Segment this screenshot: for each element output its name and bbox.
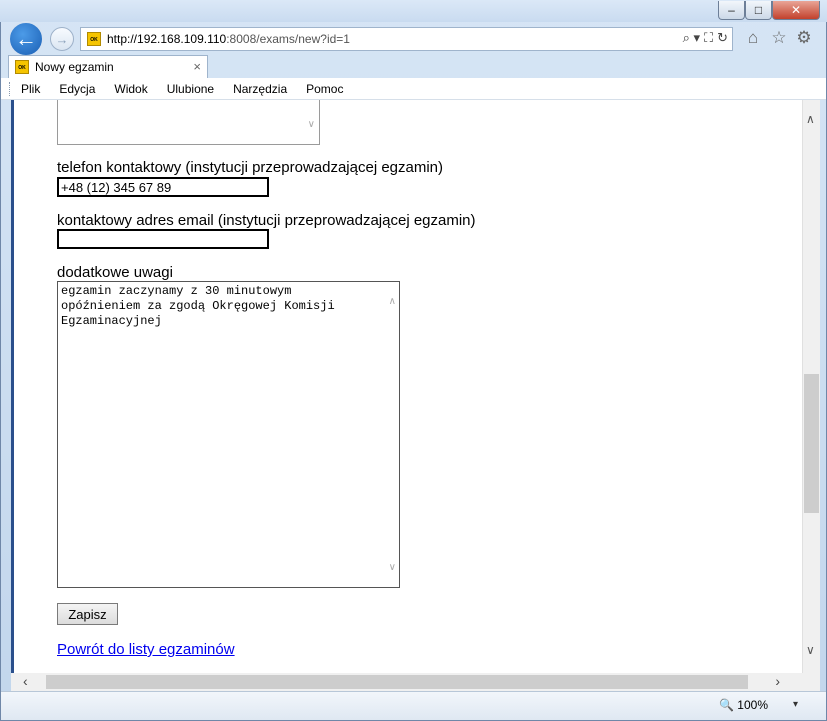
scroll-down-icon[interactable]: ∨	[806, 643, 815, 657]
notes-scroll-up-icon[interactable]: ∧	[389, 296, 396, 307]
phone-label: telefon kontaktowy (instytucji przeprowa…	[57, 159, 444, 176]
forward-arrow-icon: →	[55, 31, 69, 47]
tab-favicon-icon: OK	[15, 60, 29, 74]
email-label: kontaktowy adres email (instytucji przep…	[57, 212, 476, 229]
menu-plik[interactable]: Plik	[19, 80, 42, 98]
minimize-button[interactable]: ‒	[718, 1, 745, 20]
back-arrow-icon: ←	[15, 26, 37, 51]
tab-nowy-egzamin[interactable]: OK Nowy egzamin ×	[8, 55, 208, 78]
menu-edycja[interactable]: Edycja	[57, 80, 97, 98]
save-button[interactable]: Zapisz	[57, 603, 118, 625]
notes-label: dodatkowe uwagi	[57, 264, 173, 281]
scroll-left-icon[interactable]: ‹	[23, 673, 28, 689]
close-window-button[interactable]: ✕	[772, 1, 820, 20]
horizontal-scroll-thumb[interactable]	[46, 675, 748, 689]
scroll-up-icon[interactable]: ∧	[806, 112, 815, 126]
zoom-dropdown-icon[interactable]: ▾	[793, 699, 798, 710]
address-url[interactable]: http://192.168.109.110:8008/exams/new?id…	[107, 32, 350, 46]
phone-input[interactable]	[57, 177, 269, 197]
previous-textarea[interactable]: ∨	[57, 100, 320, 145]
forward-button[interactable]: →	[50, 27, 74, 51]
compatibility-view-icon[interactable]: ⛶	[704, 30, 713, 46]
refresh-icon[interactable]: ↻	[717, 30, 728, 46]
url-host: http://192.168.109.110	[107, 32, 227, 46]
page-content: ∨ telefon kontaktowy (instytucji przepro…	[11, 100, 802, 673]
vertical-scroll-thumb[interactable]	[804, 374, 819, 513]
back-button[interactable]: ←	[8, 21, 44, 57]
url-path: :8008/exams/new?id=1	[226, 32, 350, 46]
horizontal-scrollbar[interactable]: ‹ ›	[11, 673, 820, 691]
search-icon[interactable]: ⌕ ▾	[683, 30, 700, 46]
address-bar[interactable]: OK http://192.168.109.110:8008/exams/new…	[80, 27, 733, 51]
back-to-list-link[interactable]: Powrót do listy egzaminów	[57, 641, 235, 658]
home-icon[interactable]: ⌂	[743, 28, 763, 48]
title-bar	[0, 0, 827, 22]
site-favicon-icon: OK	[87, 32, 101, 46]
notes-text: egzamin zaczynamy z 30 minutowym opóźnie…	[61, 284, 335, 328]
menu-pomoc[interactable]: Pomoc	[304, 80, 345, 98]
notes-textarea[interactable]: egzamin zaczynamy z 30 minutowym opóźnie…	[57, 281, 400, 588]
menu-ulubione[interactable]: Ulubione	[165, 80, 216, 98]
email-input[interactable]	[57, 229, 269, 249]
notes-scroll-down-icon[interactable]: ∨	[389, 562, 396, 573]
zoom-level: 100%	[737, 698, 768, 712]
zoom-icon: 🔍	[719, 698, 735, 712]
menu-narzedzia[interactable]: Narzędzia	[231, 80, 289, 98]
menu-widok[interactable]: Widok	[112, 80, 149, 98]
close-icon[interactable]: ×	[193, 59, 201, 74]
textarea-scroll-down-icon[interactable]: ∨	[308, 119, 315, 130]
gear-icon[interactable]: ⚙	[794, 28, 814, 48]
menu-grip	[9, 82, 12, 96]
star-icon[interactable]: ☆	[769, 28, 789, 48]
vertical-scrollbar[interactable]: ∧ ∨	[802, 100, 820, 673]
menu-bar: Plik Edycja Widok Ulubione Narzędzia Pom…	[1, 78, 826, 100]
scroll-right-icon[interactable]: ›	[775, 673, 780, 689]
maximize-button[interactable]: □	[745, 1, 772, 20]
tab-title: Nowy egzamin	[35, 60, 114, 74]
zoom-control[interactable]: 🔍 100%	[719, 698, 768, 712]
status-bar: 🔍 100% ▾	[1, 691, 826, 720]
